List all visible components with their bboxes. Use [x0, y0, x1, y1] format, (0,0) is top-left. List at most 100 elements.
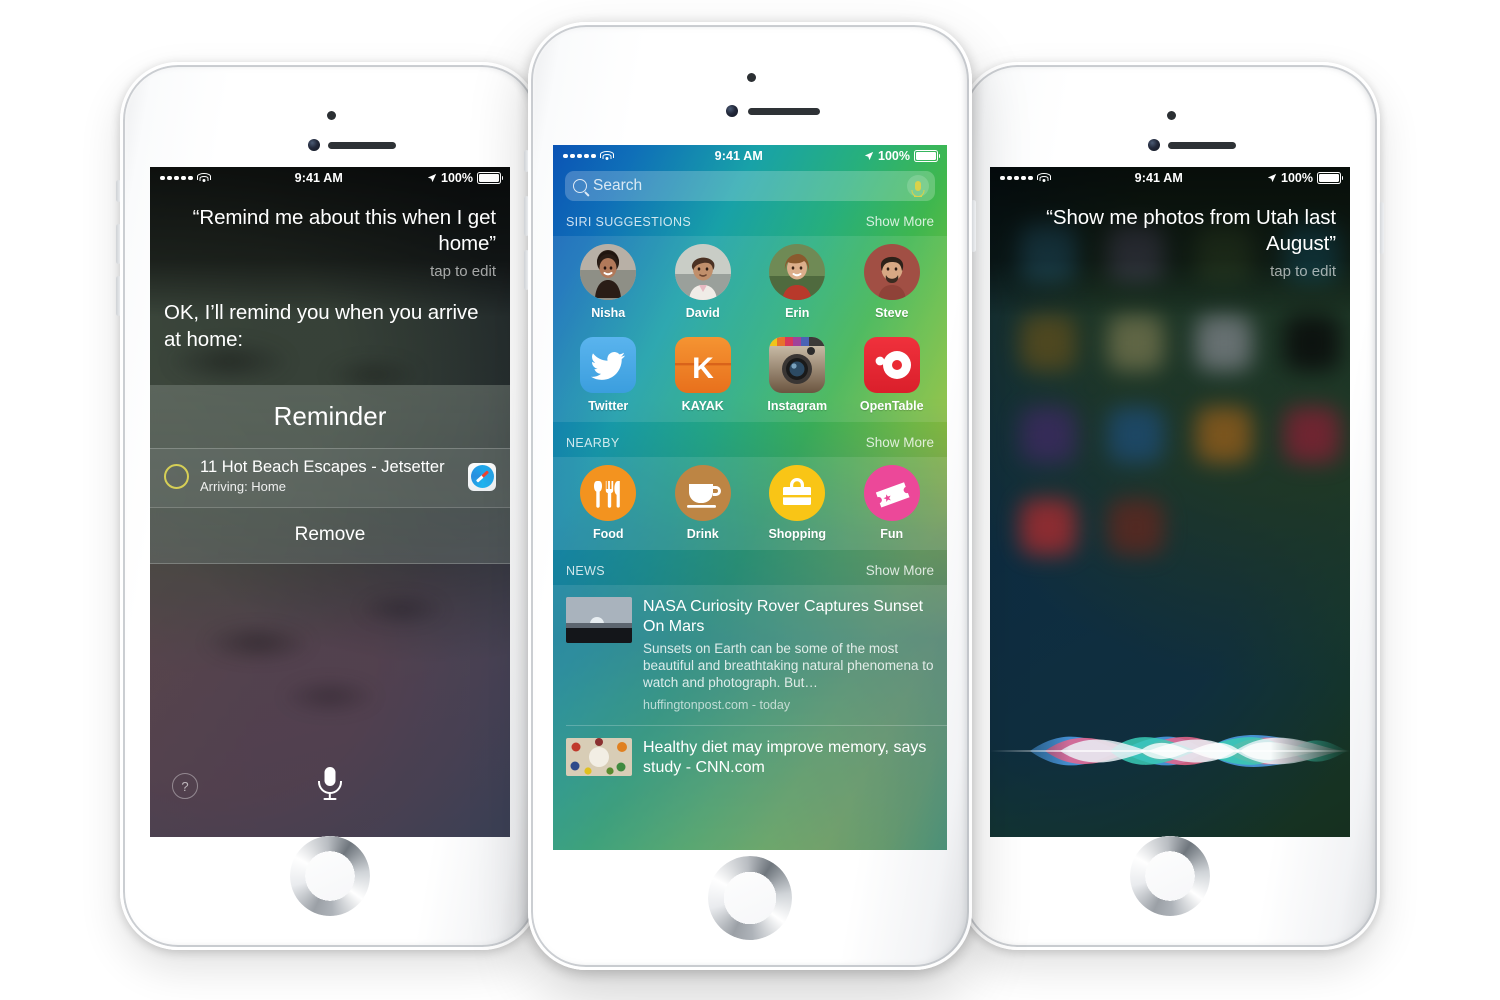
search-input[interactable]: Search [565, 171, 935, 201]
home-button[interactable] [1130, 836, 1210, 916]
news-article[interactable]: Healthy diet may improve memory, says st… [553, 726, 947, 790]
left-phone-screen: 9:41 AM 100% “Remind me about this when … [150, 167, 510, 837]
apps-row: Twitter K KAYAK Instagram OpenTable [553, 329, 947, 422]
earpiece-speaker [328, 142, 396, 149]
reminder-checkbox-icon[interactable] [164, 464, 189, 489]
mute-switch[interactable] [116, 180, 121, 202]
contact-item[interactable]: Nisha [564, 244, 652, 320]
power-button[interactable] [971, 200, 976, 252]
mars-sunset-thumbnail [566, 597, 632, 643]
show-more-button[interactable]: Show More [866, 435, 934, 450]
battery-percent: 100% [1281, 171, 1313, 185]
app-name: OpenTable [859, 399, 924, 413]
home-button[interactable] [708, 856, 792, 940]
status-bar: 9:41 AM 100% [553, 145, 947, 167]
contact-name: Nisha [591, 306, 626, 320]
battery-icon [1317, 172, 1344, 184]
nearby-item[interactable]: Shopping [753, 465, 841, 541]
volume-down-button[interactable] [524, 250, 529, 290]
status-right: 100% [864, 149, 947, 163]
volume-up-button[interactable] [524, 196, 529, 236]
mute-switch[interactable] [524, 150, 529, 172]
volume-up-button[interactable] [116, 224, 121, 264]
center-phone: 9:41 AM 100% Search SIRI SUGGESTIONS Sho… [524, 22, 976, 970]
status-time: 9:41 AM [714, 149, 763, 163]
section-title: NEARBY [566, 436, 620, 450]
contact-name: Steve [875, 306, 909, 320]
reminder-item-text: 11 Hot Beach Escapes - Jetsetter Arrivin… [200, 458, 457, 495]
right-phone-screen: 9:41 AM 100% “Show me photos from Utah l… [990, 167, 1350, 837]
news-description: Sunsets on Earth can be some of the most… [643, 641, 934, 690]
status-right: 100% [1267, 171, 1350, 185]
contact-item[interactable]: David [659, 244, 747, 320]
avatar [674, 244, 731, 300]
reminder-item-row[interactable]: 11 Hot Beach Escapes - Jetsetter Arrivin… [150, 448, 510, 507]
coffee-cup-icon [674, 465, 731, 521]
contact-item[interactable]: Steve [848, 244, 936, 320]
nearby-name: Drink [686, 527, 719, 541]
location-arrow-icon [1267, 173, 1277, 183]
news-title: NASA Curiosity Rover Captures Sunset On … [643, 598, 924, 635]
show-more-button[interactable]: Show More [866, 214, 934, 229]
status-left [990, 173, 1051, 183]
contact-item[interactable]: Erin [753, 244, 841, 320]
news-article[interactable]: NASA Curiosity Rover Captures Sunset On … [553, 585, 947, 725]
app-name: Instagram [767, 399, 828, 413]
location-arrow-icon [427, 173, 437, 183]
status-left [150, 173, 211, 183]
section-header-news: NEWS Show More [553, 550, 947, 585]
dictation-microphone-icon[interactable] [907, 175, 929, 197]
nearby-item[interactable]: Fun [848, 465, 936, 541]
siri-suggestions-band: Nisha David Erin Steve Twitter K KAYAK I… [553, 236, 947, 422]
proximity-sensor-icon [1167, 111, 1176, 120]
right-phone: 9:41 AM 100% “Show me photos from Utah l… [960, 62, 1384, 950]
center-phone-screen: 9:41 AM 100% Search SIRI SUGGESTIONS Sho… [553, 145, 947, 850]
app-item[interactable]: Instagram [753, 337, 841, 413]
tap-to-edit-hint[interactable]: tap to edit [430, 263, 496, 280]
nearby-item[interactable]: Food [564, 465, 652, 541]
nearby-item[interactable]: Drink [659, 465, 747, 541]
app-item[interactable]: Twitter [564, 337, 652, 413]
contact-name: David [685, 306, 720, 320]
battery-percent: 100% [441, 171, 473, 185]
safari-icon[interactable] [468, 462, 496, 491]
avatar [580, 244, 637, 300]
signal-strength-icon [160, 175, 193, 181]
svg-text:K: K [692, 352, 714, 385]
app-item[interactable]: K KAYAK [659, 337, 747, 413]
show-more-button[interactable]: Show More [866, 563, 934, 578]
microphone-icon[interactable] [318, 767, 342, 801]
earpiece-speaker [1168, 142, 1236, 149]
news-band: NASA Curiosity Rover Captures Sunset On … [553, 585, 947, 850]
signal-strength-icon [563, 153, 596, 159]
battery-icon [914, 150, 941, 162]
twitter-icon [580, 337, 637, 393]
tap-to-edit-hint[interactable]: tap to edit [1270, 263, 1336, 280]
app-item[interactable]: OpenTable [848, 337, 936, 413]
news-title: Healthy diet may improve memory, says st… [643, 739, 927, 776]
front-camera-icon [308, 139, 320, 151]
home-button[interactable] [290, 836, 370, 916]
volume-down-button[interactable] [116, 276, 121, 316]
status-left [553, 151, 614, 161]
battery-icon [477, 172, 504, 184]
power-button[interactable] [1379, 202, 1384, 254]
instagram-icon [769, 337, 826, 393]
section-header-siri-suggestions: SIRI SUGGESTIONS Show More [553, 201, 947, 236]
avatar [863, 244, 920, 300]
siri-waveform-icon [990, 735, 1350, 767]
remove-button[interactable]: Remove [150, 507, 510, 564]
wifi-icon [197, 173, 211, 183]
siri-help-button[interactable]: ? [172, 773, 198, 799]
news-source: huffingtonpost.com - today [643, 698, 791, 712]
status-time: 9:41 AM [294, 171, 343, 185]
reminder-item-subtitle: Arriving: Home [200, 479, 286, 494]
contact-name: Erin [785, 306, 810, 320]
opentable-icon [863, 337, 920, 393]
siri-waveform [990, 705, 1350, 797]
search-placeholder: Search [593, 177, 643, 194]
app-name: Twitter [588, 399, 629, 413]
siri-reply-text: OK, I’ll remind you when you arrive at h… [164, 301, 479, 351]
wifi-icon [600, 151, 614, 161]
status-time: 9:41 AM [1134, 171, 1183, 185]
